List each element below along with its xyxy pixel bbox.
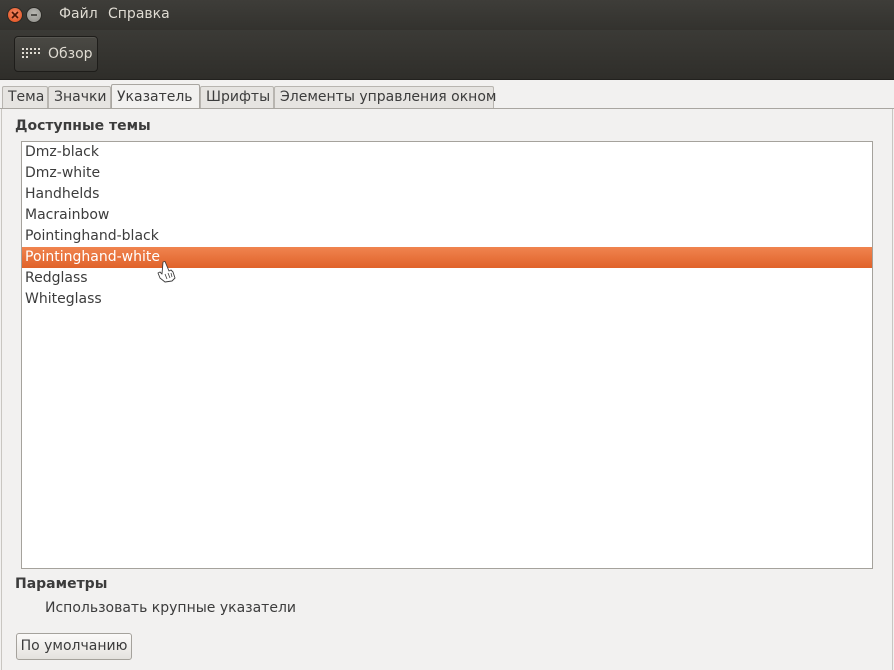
reset-default-button[interactable]: По умолчанию [16, 633, 132, 660]
overview-label: Обзор [48, 46, 93, 62]
list-item[interactable]: Dmz-black [22, 142, 872, 163]
tab-theme[interactable]: Тема [2, 86, 48, 108]
tab-window-controls[interactable]: Элементы управления окном [274, 86, 496, 108]
list-item[interactable]: Macrainbow [22, 205, 872, 226]
list-item[interactable]: Handhelds [22, 184, 872, 205]
grid-icon [22, 48, 40, 58]
title-bar: Файл Справка [0, 0, 894, 30]
close-window-button[interactable] [7, 7, 23, 23]
parameters-heading: Параметры [15, 576, 108, 592]
tab-icons[interactable]: Значки [48, 86, 111, 108]
tab-pointer[interactable]: Указатель [111, 84, 200, 109]
overview-button[interactable]: Обзор [14, 36, 98, 72]
list-item-selected[interactable]: Pointinghand-white [22, 247, 872, 268]
menu-help[interactable]: Справка [108, 6, 170, 22]
toolbar: Обзор [0, 30, 894, 80]
large-cursors-label[interactable]: Использовать крупные указатели [45, 600, 296, 616]
pointing-hand-cursor-icon [157, 261, 176, 283]
minimize-window-button[interactable] [26, 7, 42, 23]
list-item[interactable]: Dmz-white [22, 163, 872, 184]
menu-file[interactable]: Файл [59, 6, 98, 22]
close-icon [11, 11, 19, 19]
tab-strip: Тема Значки Указатель Шрифты Элементы уп… [0, 84, 894, 109]
list-item[interactable]: Pointinghand-black [22, 226, 872, 247]
list-item[interactable]: Whiteglass [22, 289, 872, 310]
themes-list[interactable]: Dmz-black Dmz-white Handhelds Macrainbow… [21, 141, 873, 569]
minimize-icon [31, 14, 37, 16]
list-item[interactable]: Redglass [22, 268, 872, 289]
available-themes-heading: Доступные темы [15, 118, 151, 134]
tab-fonts[interactable]: Шрифты [200, 86, 274, 108]
